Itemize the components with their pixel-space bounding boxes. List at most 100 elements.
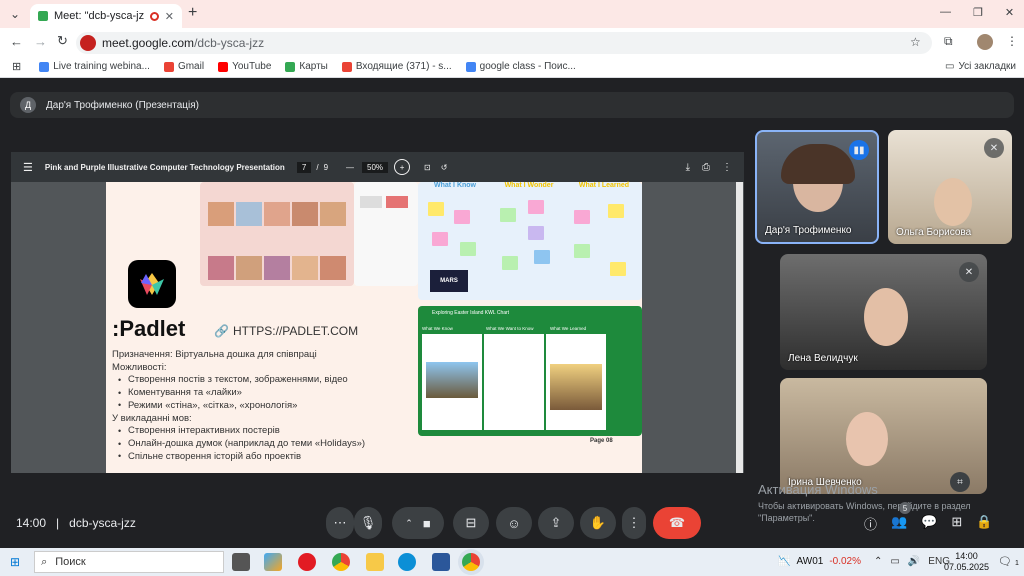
bookmark-favicon-icon (285, 61, 296, 72)
print-icon[interactable]: ⎙ (702, 162, 710, 173)
meet-favicon-icon (38, 11, 48, 21)
features-title: Можливості: (112, 361, 167, 373)
microphone-button[interactable]: 🎙 (354, 507, 382, 539)
participant-name: Лена Велидчук (788, 353, 858, 364)
close-window-icon[interactable]: ✕ (1005, 6, 1014, 19)
people-icon: 👥 (891, 514, 908, 529)
zoom-in-icon[interactable]: + (394, 159, 411, 175)
meeting-code: dcb-ysca-jzz (69, 516, 136, 530)
zoom-out-icon[interactable]: — (346, 163, 354, 172)
camera-button[interactable]: ⌃ ■ (392, 507, 444, 539)
padlet-settings-screenshot (354, 182, 418, 286)
participant-name: Дар'я Трофименко (765, 225, 852, 236)
volume-icon[interactable]: 🔊 (908, 556, 920, 567)
back-icon[interactable]: ← (10, 34, 23, 49)
address-bar[interactable]: meet.google.com /dcb-ysca-jzz (76, 32, 932, 54)
rotate-icon[interactable]: ↺ (441, 163, 448, 172)
pdf-more-icon[interactable]: ⋮ (722, 162, 732, 173)
meeting-divider: | (56, 516, 60, 530)
participant-tile[interactable]: ⌗ Ірина Шевченко (780, 378, 987, 494)
profile-avatar[interactable] (977, 34, 993, 50)
page-label: Page 08 (590, 438, 613, 444)
more-reactions-icon[interactable]: ⋯ (326, 507, 354, 539)
bookmark-favicon-icon (163, 61, 174, 72)
site-info-icon[interactable] (80, 35, 96, 51)
all-bookmarks-label: Усі закладки (958, 61, 1016, 72)
bookmark-item[interactable]: Входящие (371) - s... (341, 61, 452, 72)
tab-title: Meet: "dcb-ysca-jzz" (54, 10, 144, 22)
network-icon[interactable]: ▭ (890, 556, 899, 567)
all-bookmarks[interactable]: ▭ Усі закладки (945, 61, 1016, 72)
chrome-icon[interactable] (332, 553, 350, 571)
kwl-header-wonder: What I Wonder (504, 182, 554, 189)
hand-icon: ✋ (589, 515, 607, 530)
people-button[interactable]: 👥 5 (891, 502, 912, 533)
edge-icon[interactable] (398, 553, 416, 571)
fit-page-icon[interactable]: ⊡ (424, 163, 431, 172)
participant-tile[interactable]: ▮▮ Дар'я Трофименко (755, 130, 879, 244)
tab-search-icon[interactable]: ⌄ (4, 3, 26, 25)
page-sep: / (316, 162, 319, 172)
bookmark-item[interactable]: Live training webina... (39, 61, 150, 72)
minimize-icon[interactable]: — (940, 6, 951, 19)
bookmark-star-icon[interactable]: ☆ (910, 35, 921, 49)
task-view-icon[interactable] (232, 553, 250, 571)
padlet-wordmark: :Padlet (112, 316, 186, 341)
browser-tab[interactable]: Meet: "dcb-ysca-jzz" ✕ (30, 4, 182, 28)
teaching-item: Створення інтерактивних постерів (128, 425, 280, 437)
chat-icon[interactable]: 💬 (921, 514, 937, 533)
bookmark-label: Входящие (371) - s... (355, 61, 452, 72)
new-tab-button[interactable]: + (188, 4, 197, 22)
pdf-scrollbar[interactable] (736, 182, 743, 473)
green-col-learned: What We Learned (550, 326, 587, 331)
extensions-icon[interactable]: ⧉ (944, 34, 953, 49)
participant-tile[interactable]: ✕ Лена Велидчук (780, 254, 987, 370)
tab-close-icon[interactable]: ✕ (165, 10, 174, 23)
bookmark-item[interactable]: YouTube (218, 61, 271, 72)
word-icon[interactable] (432, 553, 450, 571)
participant-tile[interactable]: ✕ Ольга Борисова (888, 130, 1012, 244)
stock-name[interactable]: AW01 (796, 556, 823, 567)
copilot-icon[interactable] (264, 553, 282, 571)
reload-icon[interactable]: ↻ (57, 33, 68, 49)
forward-icon[interactable]: → (34, 34, 47, 49)
restore-icon[interactable]: ❐ (973, 6, 983, 19)
taskbar-search[interactable]: ⌕ Поиск (34, 551, 225, 573)
notifications-button[interactable]: 🗨 1 (998, 555, 1019, 568)
emoji-button[interactable]: ☺ (496, 507, 532, 539)
download-icon[interactable]: ⤓ (686, 162, 690, 173)
clock[interactable]: 14:00 07.05.2025 (944, 551, 989, 573)
presenter-avatar: Д (20, 97, 36, 113)
file-explorer-icon[interactable] (366, 553, 384, 571)
chrome-active-icon[interactable] (462, 553, 480, 571)
bookmark-item[interactable]: Карты (285, 61, 328, 72)
padlet-link[interactable]: 🔗 HTTPS://PADLET.COM (214, 324, 358, 338)
activities-icon[interactable]: ⊞ (951, 514, 962, 533)
page-current[interactable]: 7 (296, 161, 312, 173)
mars-image: MARS (430, 270, 468, 292)
search-label: Поиск (55, 556, 86, 568)
green-board-title: Exploring Easter Island KWL Chart (432, 310, 510, 316)
captions-button[interactable]: ⊟ (453, 507, 489, 539)
bookmark-item[interactable]: Gmail (163, 61, 204, 72)
host-controls-icon[interactable]: 🔒 (976, 514, 992, 533)
more-options-button[interactable]: ⋮ (622, 507, 646, 539)
tray-chevron-icon[interactable]: ⌃ (874, 556, 882, 567)
meeting-info-icon[interactable]: ⓘ (864, 514, 877, 533)
leave-call-button[interactable]: ☎ (653, 507, 701, 539)
pin-crop-icon[interactable]: ⌗ (950, 472, 970, 492)
opera-icon[interactable] (298, 553, 316, 571)
zoom-value[interactable]: 50% (362, 161, 389, 173)
chevron-up-icon: ⌃ (405, 517, 413, 528)
pdf-menu-icon[interactable]: ☰ (23, 161, 33, 174)
menu-icon[interactable]: ⋮ (1006, 34, 1018, 48)
folder-icon: ▭ (945, 61, 955, 72)
windows-start-icon[interactable]: ⊞ (10, 555, 20, 569)
bookmark-favicon-icon (465, 61, 476, 72)
apps-icon[interactable]: ⊞ (12, 60, 21, 73)
raise-hand-button[interactable]: ✋ (580, 507, 616, 539)
bookmark-item[interactable]: google class - Поис... (465, 61, 576, 72)
mic-off-icon: ✕ (959, 262, 979, 282)
teaching-item: Онлайн-дошка думок (наприклад до теми «H… (128, 437, 366, 449)
present-button[interactable]: ⇪ (538, 507, 574, 539)
